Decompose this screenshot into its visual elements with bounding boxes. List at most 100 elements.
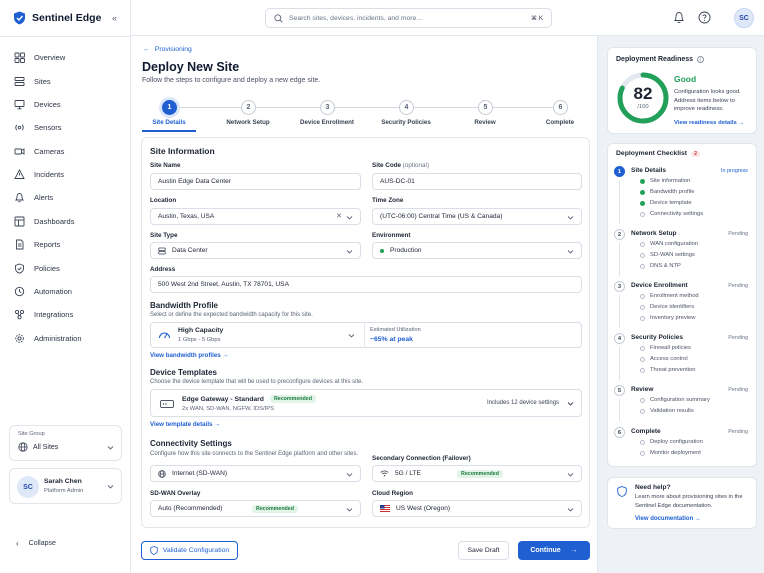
- checklist-section-status: Pending: [728, 335, 748, 341]
- template-select[interactable]: Edge Gateway - Standard Recommended 2x W…: [150, 389, 582, 417]
- checklist-section-status: Pending: [728, 429, 748, 435]
- checklist-step-number: 1: [614, 166, 625, 177]
- checklist-item: Device template: [640, 200, 692, 206]
- checklist-step-number: 6: [614, 427, 625, 438]
- address-input[interactable]: 500 West 2nd Street, Austin, TX 78701, U…: [150, 276, 582, 293]
- dashboard-icon: [14, 216, 25, 226]
- collapse-sidebar-icon[interactable]: «: [112, 13, 117, 23]
- validate-button[interactable]: Validate Configuration: [141, 541, 238, 560]
- site-code-input[interactable]: AUS-DC-01: [372, 173, 582, 190]
- breadcrumb[interactable]: ← Provisioning: [143, 46, 192, 53]
- chevron-down-icon: [567, 216, 574, 220]
- checklist-section-security-policies[interactable]: 4 Security Policies Pending Firewall polici…: [614, 333, 756, 380]
- bell-icon[interactable]: [673, 11, 685, 24]
- readiness-card: Deployment Readiness i 82 /100 Good Conf…: [607, 47, 757, 134]
- checklist-section-complete[interactable]: 6 Complete Pending Deploy configuration Moni…: [614, 427, 756, 461]
- circle-icon: [640, 304, 645, 310]
- view-bandwidth-link[interactable]: View bandwidth profiles →: [150, 352, 229, 359]
- template-name: Edge Gateway - Standard: [182, 395, 264, 403]
- user-card[interactable]: SC Sarah Chen Platform Admin: [9, 468, 122, 504]
- sidebar-item-overview[interactable]: Overview: [14, 49, 65, 65]
- step-3-circle[interactable]: 3: [320, 100, 335, 115]
- site-group-selector[interactable]: Site Group All Sites: [9, 425, 122, 461]
- checklist-item: Access control: [640, 356, 688, 362]
- sidebar-item-devices[interactable]: Devices: [14, 96, 61, 112]
- site-name-input[interactable]: Austin Edge Data Center: [150, 173, 361, 190]
- sidebar-item-sites[interactable]: Sites: [14, 73, 51, 89]
- view-docs-link[interactable]: View documentation →: [635, 516, 701, 522]
- app-logo[interactable]: Sentinel Edge: [13, 11, 101, 25]
- checklist-item: Firewall policies: [640, 345, 691, 351]
- sidebar-item-label: Reports: [34, 239, 61, 249]
- help-desc: Learn more about provisioning sites in t…: [635, 494, 743, 509]
- search-shortcut: ⌘ K: [530, 14, 543, 22]
- circle-icon: [640, 345, 645, 351]
- user-avatar-button[interactable]: SC: [734, 8, 754, 28]
- sidebar-item-cameras[interactable]: Cameras: [14, 143, 64, 159]
- step-5-circle[interactable]: 5: [478, 100, 493, 115]
- sidebar-item-alerts[interactable]: Alerts: [14, 189, 53, 205]
- timezone-select[interactable]: (UTC-06:00) Central Time (US & Canada): [372, 208, 582, 225]
- arrow-left-icon: ←: [143, 46, 150, 53]
- search-input[interactable]: Search sites, devices, incidents, and mo…: [265, 8, 552, 28]
- bandwidth-name: High Capacity: [178, 327, 224, 334]
- active-step-indicator: [142, 130, 196, 132]
- save-draft-button[interactable]: Save Draft: [458, 541, 509, 560]
- secondary-connection-label: Secondary Connection (Failover): [372, 455, 471, 462]
- secondary-connection-select[interactable]: 5G / LTE Recommended: [372, 465, 582, 482]
- circle-icon: [640, 356, 645, 362]
- location-select[interactable]: Austin, Texas, USA ✕: [150, 208, 361, 225]
- site-info-heading: Site Information: [150, 146, 215, 156]
- step-6-label[interactable]: Complete: [525, 119, 595, 126]
- chevron-down-icon: [346, 508, 353, 512]
- help-icon[interactable]: [698, 11, 711, 24]
- step-1-label[interactable]: Site Details: [134, 119, 204, 126]
- view-template-link[interactable]: View template details →: [150, 421, 220, 428]
- report-icon: [16, 239, 24, 249]
- step-6-circle[interactable]: 6: [553, 100, 568, 115]
- environment-select[interactable]: Production: [372, 242, 582, 259]
- sidebar-item-reports[interactable]: Reports: [14, 236, 60, 252]
- checklist-section-network-setup[interactable]: 2 Network Setup Pending WAN configuration SD…: [614, 229, 756, 276]
- step-1-circle[interactable]: 1: [162, 100, 177, 115]
- user-role: Platform Admin: [44, 488, 84, 494]
- region-select[interactable]: US West (Oregon): [372, 500, 582, 517]
- step-3-label[interactable]: Device Enrollment: [292, 119, 362, 126]
- alert-icon: [14, 192, 25, 202]
- step-2-label[interactable]: Network Setup: [213, 119, 283, 126]
- clear-icon[interactable]: ✕: [336, 212, 342, 220]
- chevron-down-icon: [348, 334, 355, 338]
- sidebar-item-administration[interactable]: Administration: [14, 330, 82, 346]
- bandwidth-select[interactable]: High Capacity 1 Gbps - 5 Gbps: [150, 322, 362, 348]
- collapse-button[interactable]: ‹ Collapse: [16, 539, 56, 548]
- step-2-circle[interactable]: 2: [241, 100, 256, 115]
- sidebar-item-label: Sensors: [34, 122, 62, 132]
- checklist-section-title: Network Setup: [631, 230, 677, 237]
- circle-icon: [640, 397, 645, 403]
- sidebar-item-dashboards[interactable]: Dashboards: [14, 213, 74, 229]
- sidebar-item-incidents[interactable]: Incidents: [14, 166, 64, 182]
- checklist-step-number: 4: [614, 333, 625, 344]
- bandwidth-heading: Bandwidth Profile: [150, 301, 218, 310]
- overlay-label: SD-WAN Overlay: [150, 490, 201, 497]
- sidebar-item-policies[interactable]: Policies: [14, 260, 60, 276]
- checklist-section-site-details[interactable]: 1 Site Details In progress Site information…: [614, 166, 756, 224]
- overlay-select[interactable]: Auto (Recommended) Recommended: [150, 500, 361, 517]
- checklist-section-device-enrollment[interactable]: 3 Device Enrollment Pending Enrollment meth…: [614, 281, 756, 328]
- sidebar-item-automation[interactable]: Automation: [14, 283, 72, 299]
- site-type-select[interactable]: Data Center: [150, 242, 361, 259]
- sidebar-item-label: Integrations: [34, 309, 74, 319]
- info-icon[interactable]: i: [697, 56, 705, 63]
- view-readiness-link[interactable]: View readiness details →: [674, 120, 744, 126]
- chevron-left-icon: ‹: [16, 539, 19, 548]
- checklist-section-review[interactable]: 5 Review Pending Configuration summary Valid…: [614, 385, 756, 421]
- step-4-circle[interactable]: 4: [399, 100, 414, 115]
- step-4-label[interactable]: Security Policies: [371, 119, 441, 126]
- sidebar-item-integrations[interactable]: Integrations: [14, 306, 73, 322]
- readiness-title: Deployment Readiness: [616, 56, 694, 63]
- sidebar-item-sensors[interactable]: Sensors: [14, 119, 62, 135]
- step-5-label[interactable]: Review: [450, 119, 520, 126]
- continue-button[interactable]: Continue →: [518, 541, 590, 560]
- arrow-right-icon: →: [570, 547, 578, 554]
- primary-connection-select[interactable]: Internet (SD-WAN): [150, 465, 361, 482]
